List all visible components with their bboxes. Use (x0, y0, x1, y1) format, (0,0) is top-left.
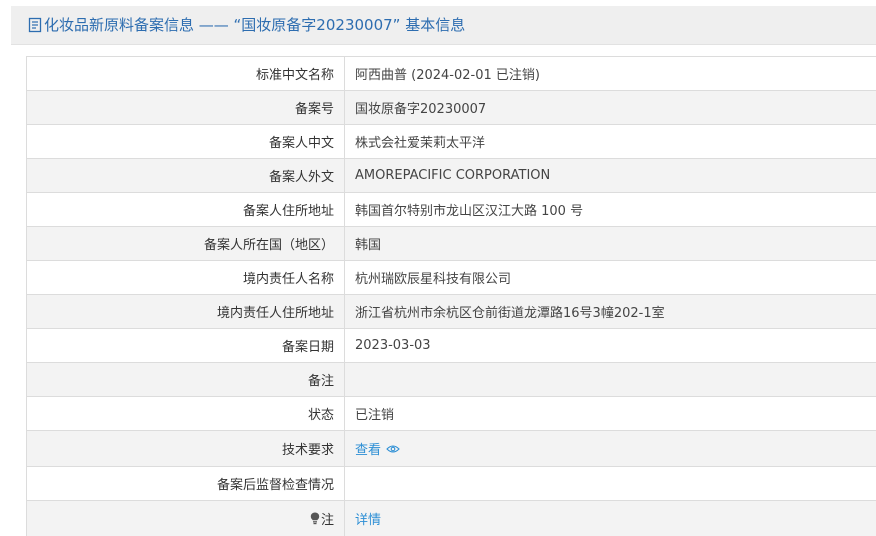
row-value: 国妆原备字20230007 (355, 102, 487, 117)
page-title: 化妆品新原料备案信息 —— “国妆原备字20230007” 基本信息 (44, 16, 466, 34)
table-row: 技术要求 查看 (27, 431, 876, 467)
table-row: 备案人所在国（地区） 韩国 (27, 227, 876, 261)
row-label: 备案日期 (27, 329, 345, 362)
row-value: AMOREPACIFIC CORPORATION (355, 168, 551, 183)
row-value: 阿西曲普 (2024-02-01 已注销) (355, 68, 540, 83)
table-row: 标准中文名称 阿西曲普 (2024-02-01 已注销) (27, 57, 876, 91)
table-row: 备案日期 2023-03-03 (27, 329, 876, 363)
table-row: 备案后监督检查情况 (27, 467, 876, 501)
row-value (345, 467, 876, 500)
row-label: 境内责任人住所地址 (27, 295, 345, 328)
row-label: 备案人中文 (27, 125, 345, 158)
row-value: 查看 (345, 431, 876, 466)
table-row: 备案号 国妆原备字20230007 (27, 91, 876, 125)
row-label: 备案人所在国（地区） (27, 227, 345, 260)
row-label: 备案号 (27, 91, 345, 124)
table-row: 状态 已注销 (27, 397, 876, 431)
row-label: 标准中文名称 (27, 57, 345, 90)
lightbulb-icon (310, 512, 320, 525)
row-label: 备案人住所地址 (27, 193, 345, 226)
row-value: 浙江省杭州市余杭区仓前街道龙潭路16号3幢202-1室 (355, 306, 665, 321)
table-row: 境内责任人住所地址 浙江省杭州市余杭区仓前街道龙潭路16号3幢202-1室 (27, 295, 876, 329)
section-header: 化妆品新原料备案信息 —— “国妆原备字20230007” 基本信息 (11, 6, 876, 45)
details-link[interactable]: 详情 (355, 509, 381, 528)
info-table: 标准中文名称 阿西曲普 (2024-02-01 已注销) 备案号 国妆原备字20… (26, 56, 876, 536)
row-label: 技术要求 (27, 431, 345, 466)
row-value: 已注销 (355, 408, 395, 423)
document-icon (28, 17, 42, 33)
table-row: 备注 (27, 363, 876, 397)
table-row: 注 详情 (27, 501, 876, 536)
row-label: 备注 (27, 363, 345, 396)
table-row: 境内责任人名称 杭州瑞欧辰星科技有限公司 (27, 261, 876, 295)
eye-icon[interactable] (386, 444, 400, 454)
row-label: 备案人外文 (27, 159, 345, 192)
row-value (345, 363, 876, 396)
row-value: 2023-03-03 (355, 338, 431, 353)
table-row: 备案人外文 AMOREPACIFIC CORPORATION (27, 159, 876, 193)
table-row: 备案人中文 株式会社爱茉莉太平洋 (27, 125, 876, 159)
row-value: 韩国首尔特别市龙山区汉江大路 100 号 (355, 204, 584, 219)
row-label: 境内责任人名称 (27, 261, 345, 294)
page: 化妆品新原料备案信息 —— “国妆原备字20230007” 基本信息 标准中文名… (0, 0, 876, 536)
row-value: 韩国 (355, 238, 382, 253)
table-row: 备案人住所地址 韩国首尔特别市龙山区汉江大路 100 号 (27, 193, 876, 227)
row-label: 备案后监督检查情况 (27, 467, 345, 500)
row-value: 杭州瑞欧辰星科技有限公司 (355, 272, 512, 287)
view-tech-requirements-link[interactable]: 查看 (355, 439, 381, 458)
row-label-text: 注 (320, 513, 334, 528)
row-label: 状态 (27, 397, 345, 430)
row-value: 株式会社爱茉莉太平洋 (355, 136, 486, 151)
row-value: 详情 (345, 501, 876, 536)
row-label: 注 (27, 501, 345, 536)
